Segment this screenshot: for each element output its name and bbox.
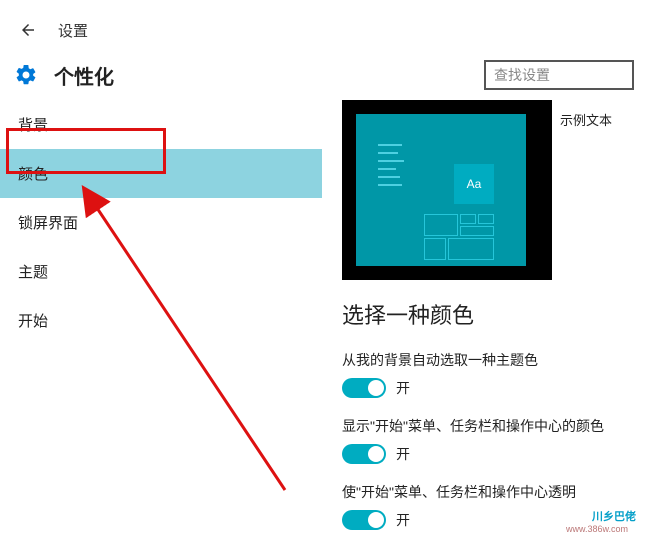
- setting-label-transparency: 使"开始"菜单、任务栏和操作中心透明: [342, 482, 646, 502]
- toggle-state-start-color: 开: [396, 444, 410, 464]
- preview-sample-text: 示例文本: [552, 100, 642, 280]
- watermark-url: www.386w.com: [566, 524, 628, 534]
- gear-icon: [12, 61, 40, 89]
- sidebar-item-colors[interactable]: 颜色: [0, 149, 322, 198]
- setting-label-start-color: 显示"开始"菜单、任务栏和操作中心的颜色: [342, 416, 646, 436]
- toggle-auto-color[interactable]: [342, 378, 386, 398]
- sidebar-item-lockscreen[interactable]: 锁屏界面: [0, 198, 322, 247]
- toggle-start-color[interactable]: [342, 444, 386, 464]
- setting-label-auto-color: 从我的背景自动选取一种主题色: [342, 350, 646, 370]
- preview-tile-label: Aa: [454, 164, 494, 204]
- toggle-state-auto-color: 开: [396, 378, 410, 398]
- toggle-transparency[interactable]: [342, 510, 386, 530]
- search-input[interactable]: 查找设置: [484, 60, 634, 90]
- sidebar-item-themes[interactable]: 主题: [0, 247, 322, 296]
- sidebar-item-start[interactable]: 开始: [0, 296, 322, 345]
- window-title: 设置: [58, 20, 88, 41]
- sidebar-item-background[interactable]: 背景: [0, 100, 322, 149]
- preview-thumbnail: Aa 示例文本: [342, 100, 642, 280]
- sidebar: 背景 颜色 锁屏界面 主题 开始: [0, 100, 322, 544]
- page-title: 个性化: [54, 61, 114, 90]
- toggle-state-transparency: 开: [396, 510, 410, 530]
- main-pane: Aa 示例文本 选择一种颜色 从我的背景自动选取一种主题色 开 显示"开始"菜单…: [322, 100, 646, 544]
- section-title: 选择一种颜色: [342, 298, 646, 330]
- back-button[interactable]: [12, 14, 44, 46]
